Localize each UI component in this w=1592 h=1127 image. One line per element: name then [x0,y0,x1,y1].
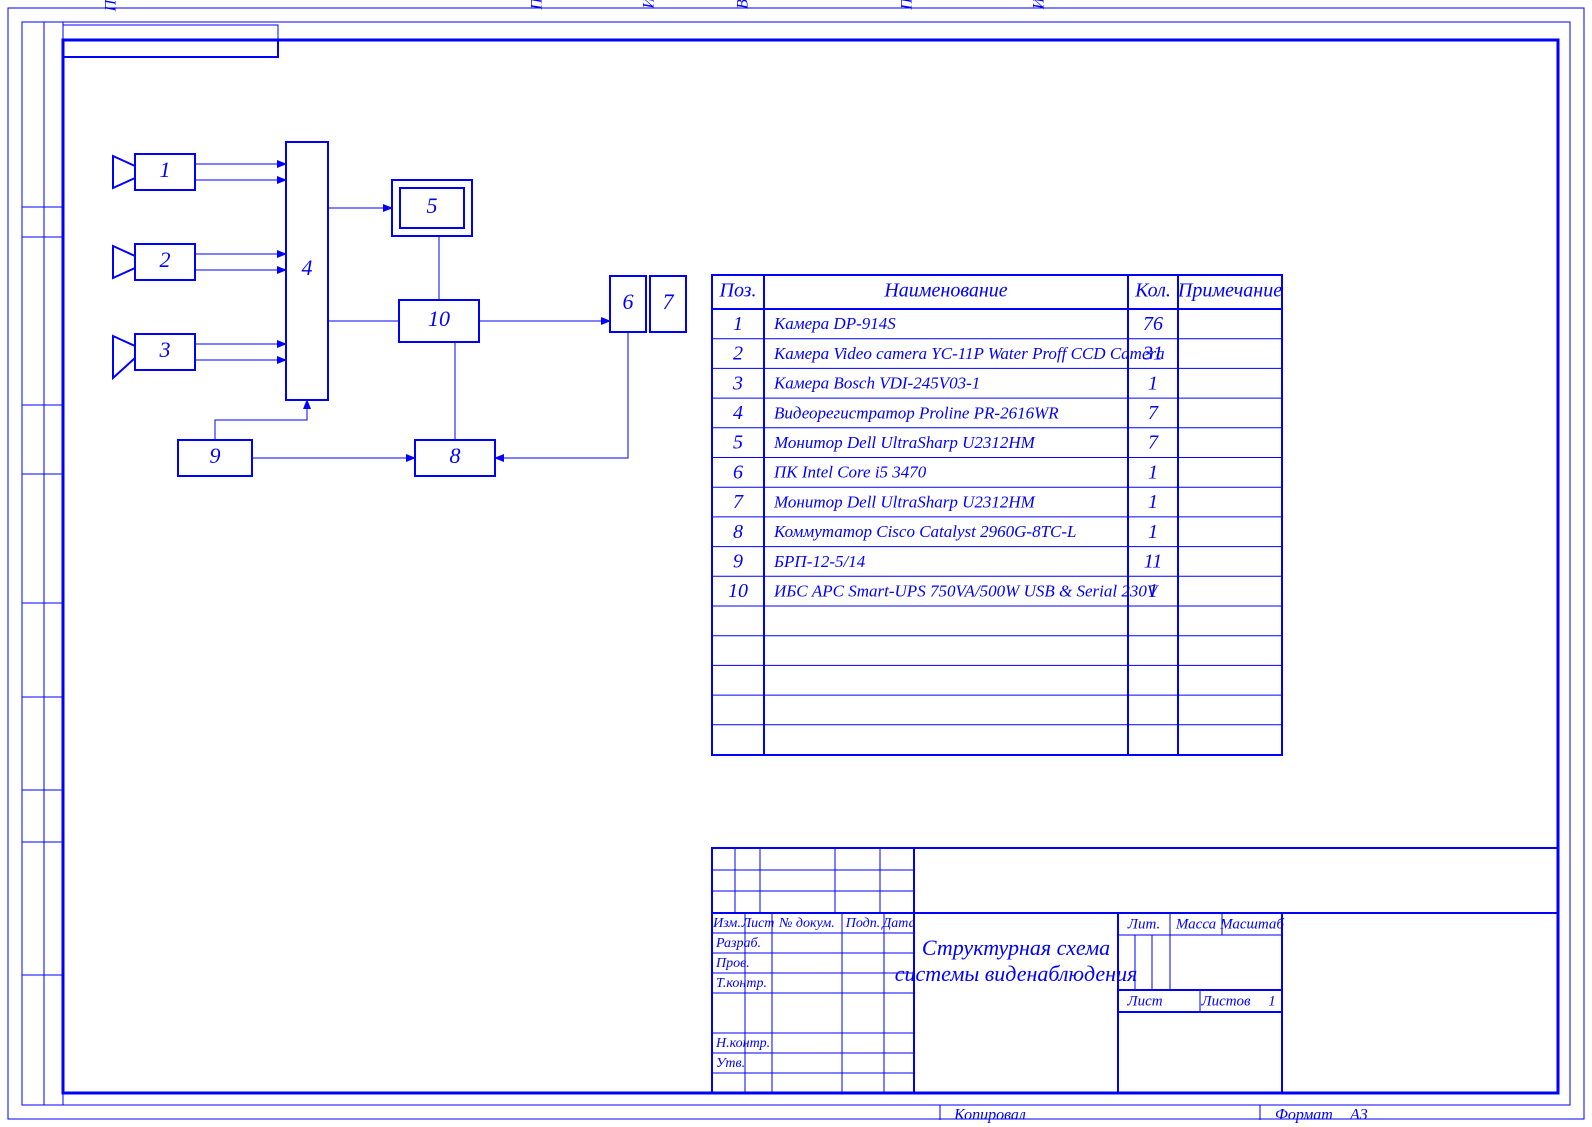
svg-text:Копировал: Копировал [953,1107,1026,1124]
svg-text:Лист: Лист [741,916,775,931]
svg-text:3: 3 [159,337,171,362]
svg-text:5: 5 [427,193,438,218]
title-block: Изм. Лист № докум. Подп. Дата Разраб. Пр… [712,848,1558,1093]
svg-text:Листов: Листов [1200,993,1251,1009]
svg-text:4: 4 [302,255,313,280]
svg-text:Структурная схема: Структурная схема [922,935,1110,960]
svg-text:8: 8 [733,521,743,543]
svg-text:4: 4 [733,402,743,424]
svg-text:Подп. и дата: Подп. и дата [529,0,546,11]
svg-text:6: 6 [623,289,634,314]
svg-text:Инв. № подл.: Инв. № подл. [1031,0,1048,10]
svg-text:системы виденаблюдения: системы виденаблюдения [895,961,1138,986]
svg-text:2: 2 [160,247,171,272]
svg-text:Монитор Dell UltraSharp U2312H: Монитор Dell UltraSharp U2312HM [773,433,1036,452]
svg-text:А3: А3 [1349,1107,1368,1124]
svg-text:Монитор Dell UltraSharp U2312H: Монитор Dell UltraSharp U2312HM [773,492,1036,511]
svg-text:Взам. инв. №: Взам. инв. № [735,0,752,9]
svg-text:Камера Video camera YC-11P Wat: Камера Video camera YC-11P Water Proff C… [773,344,1165,363]
svg-text:Дата: Дата [880,916,915,931]
svg-text:1: 1 [733,313,743,335]
svg-text:1: 1 [1148,461,1158,483]
svg-text:Утв.: Утв. [716,1056,745,1071]
svg-text:БРП-12-5/14: БРП-12-5/14 [773,552,866,571]
margin-column: Перв. примен. Справ. № Подп. и дата Инв.… [22,0,1048,1105]
svg-text:10: 10 [428,306,450,331]
svg-text:Примечание: Примечание [1177,280,1282,302]
svg-text:Пров.: Пров. [715,956,750,971]
svg-text:7: 7 [663,289,675,314]
parts-table: Поз. Наименование Кол. Примечание 1 Камер… [712,275,1282,755]
svg-text:Лист: Лист [1126,993,1162,1009]
svg-text:Разраб.: Разраб. [715,936,761,951]
svg-text:7: 7 [733,491,744,513]
svg-text:Подп. и дата: Подп. и дата [899,0,916,11]
svg-text:Кол.: Кол. [1134,280,1171,302]
svg-text:Инв. № дубл.: Инв. № дубл. [641,0,658,10]
svg-text:ИБС APC Smart-UPS 750VA/500W U: ИБС APC Smart-UPS 750VA/500W USB & Seria… [773,582,1160,601]
svg-text:1: 1 [1148,372,1158,394]
svg-text:Лит.: Лит. [1127,916,1160,932]
svg-text:ПК Intel Core i5 3470: ПК Intel Core i5 3470 [773,463,927,482]
svg-text:Масса: Масса [1175,916,1216,932]
svg-text:9: 9 [210,443,221,468]
svg-text:Н.контр.: Н.контр. [715,1036,770,1051]
svg-text:Перв. примен.: Перв. примен. [103,0,120,12]
svg-text:1: 1 [1148,491,1158,513]
svg-text:Наименование: Наименование [883,280,1007,302]
block-3: 3 [113,334,195,378]
svg-text:76: 76 [1143,313,1163,335]
drawing-sheet: Перв. примен. Справ. № Подп. и дата Инв.… [0,0,1592,1127]
svg-text:31: 31 [1142,343,1163,365]
block-2: 2 [113,244,195,280]
block-5: 5 [392,180,472,236]
svg-text:Камера DP-914S: Камера DP-914S [773,314,896,333]
svg-text:№ докум.: № докум. [778,916,835,931]
svg-text:7: 7 [1148,402,1159,424]
block-1: 1 [113,154,195,190]
svg-text:6: 6 [733,461,743,483]
svg-text:3: 3 [732,372,743,394]
svg-text:Видеорегистратор Proline PR-26: Видеорегистратор Proline PR-2616WR [774,403,1059,422]
svg-text:5: 5 [733,432,743,454]
svg-text:1: 1 [160,157,171,182]
svg-text:9: 9 [733,551,743,573]
svg-text:7: 7 [1148,432,1159,454]
svg-text:2: 2 [733,343,743,365]
svg-text:Т.контр.: Т.контр. [716,976,767,991]
svg-text:11: 11 [1144,551,1163,573]
svg-text:10: 10 [728,580,748,602]
svg-text:8: 8 [450,443,461,468]
schematic: 1 2 3 4 5 10 [113,142,686,476]
svg-text:Масштаб: Масштаб [1219,916,1284,932]
svg-text:Камера Bosch VDI-245V03-1: Камера Bosch VDI-245V03-1 [773,374,980,393]
svg-text:Подп.: Подп. [845,916,881,931]
svg-text:1: 1 [1148,521,1158,543]
svg-text:Изм.: Изм. [712,916,741,931]
svg-text:1: 1 [1148,580,1158,602]
svg-text:Формат: Формат [1275,1107,1333,1124]
svg-text:1: 1 [1268,993,1276,1009]
svg-text:Поз.: Поз. [719,280,757,302]
svg-text:Коммутатор Cisco Catalyst 2960: Коммутатор Cisco Catalyst 2960G-8TC-L [773,522,1077,541]
